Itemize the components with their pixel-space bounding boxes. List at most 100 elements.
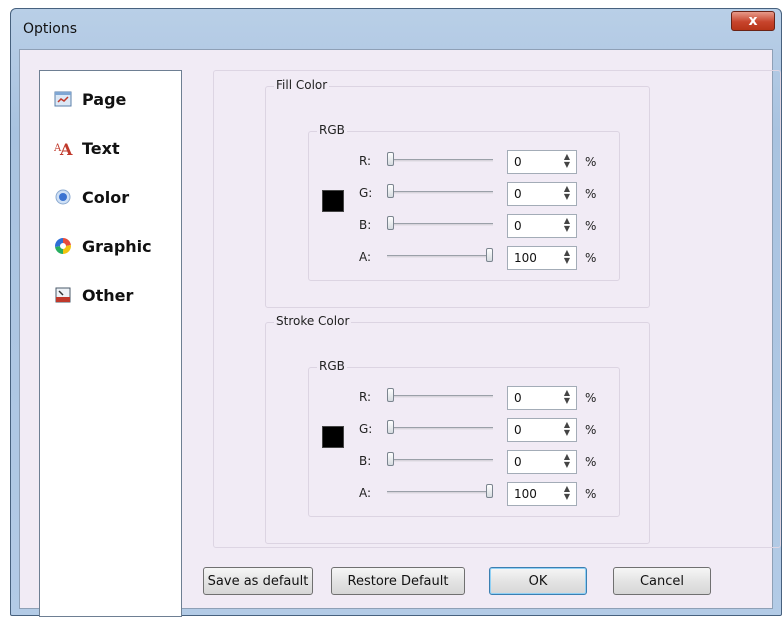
slider-thumb[interactable]	[387, 452, 394, 466]
dialog-body: Page AA Text Color Graphic Other Fill Co…	[19, 49, 781, 617]
spin-value[interactable]: 0	[514, 391, 522, 405]
spin-arrows-icon[interactable]: ▲ ▼	[560, 389, 574, 407]
stroke-r-slider[interactable]	[387, 386, 493, 410]
spin-value[interactable]: 0	[514, 155, 522, 169]
stroke-g-slider[interactable]	[387, 418, 493, 442]
percent-label: %	[585, 391, 597, 405]
spin-arrows-icon[interactable]: ▲ ▼	[560, 153, 574, 171]
nav-item-text[interactable]: AA Text	[53, 136, 120, 160]
percent-label: %	[585, 251, 597, 265]
slider-thumb[interactable]	[387, 420, 394, 434]
percent-label: %	[585, 155, 597, 169]
fill-r-spinbox[interactable]: 0 ▲ ▼	[507, 150, 577, 174]
color-icon	[54, 188, 72, 206]
percent-label: %	[585, 487, 597, 501]
fill-g-slider[interactable]	[387, 182, 493, 206]
channel-label: R:	[359, 390, 372, 404]
spin-arrows-icon[interactable]: ▲ ▼	[560, 453, 574, 471]
stroke-g-spinbox[interactable]: 0 ▲ ▼	[507, 418, 577, 442]
slider-thumb[interactable]	[486, 248, 493, 262]
title-bar[interactable]: Options x	[11, 9, 781, 49]
channel-label: A:	[359, 486, 372, 500]
fill-color-label: Fill Color	[274, 78, 330, 92]
fill-channel-row: R: 0 ▲ ▼ %	[359, 150, 609, 174]
channel-label: B:	[359, 218, 372, 232]
spin-value[interactable]: 0	[514, 219, 522, 233]
spin-value[interactable]: 0	[514, 423, 522, 437]
nav-item-graphic[interactable]: Graphic	[54, 234, 152, 258]
restore-default-button[interactable]: Restore Default	[331, 567, 465, 595]
stroke-b-slider[interactable]	[387, 450, 493, 474]
percent-label: %	[585, 219, 597, 233]
graphic-icon	[54, 237, 72, 255]
fill-color-swatch[interactable]	[322, 190, 344, 212]
slider-thumb[interactable]	[486, 484, 493, 498]
color-settings-panel: Fill Color RGB R: 0 ▲ ▼ % G: 0 ▲ ▼ % B: …	[213, 70, 781, 548]
channel-label: B:	[359, 454, 372, 468]
nav-item-page[interactable]: Page	[54, 87, 126, 111]
ok-button[interactable]: OK	[489, 567, 587, 595]
spin-value[interactable]: 100	[514, 251, 537, 265]
stroke-channel-row: A: 100 ▲ ▼ %	[359, 482, 609, 506]
other-icon	[54, 286, 72, 304]
stroke-channel-row: B: 0 ▲ ▼ %	[359, 450, 609, 474]
spin-value[interactable]: 0	[514, 187, 522, 201]
fill-g-spinbox[interactable]: 0 ▲ ▼	[507, 182, 577, 206]
save-as-default-button[interactable]: Save as default	[203, 567, 313, 595]
nav-item-other[interactable]: Other	[54, 283, 133, 307]
nav-item-label: Other	[82, 285, 134, 305]
stroke-color-group: Stroke Color RGB R: 0 ▲ ▼ % G: 0 ▲ ▼ % B…	[265, 314, 650, 544]
stroke-a-spinbox[interactable]: 100 ▲ ▼	[507, 482, 577, 506]
stroke-color-label: Stroke Color	[274, 314, 352, 328]
slider-thumb[interactable]	[387, 152, 394, 166]
stroke-rgb-group: RGB R: 0 ▲ ▼ % G: 0 ▲ ▼ % B: 0 ▲ ▼ % A: …	[308, 359, 620, 517]
spin-value[interactable]: 100	[514, 487, 537, 501]
stroke-color-swatch[interactable]	[322, 426, 344, 448]
nav-item-label: Page	[82, 89, 127, 109]
stroke-b-spinbox[interactable]: 0 ▲ ▼	[507, 450, 577, 474]
channel-label: A:	[359, 250, 372, 264]
fill-a-spinbox[interactable]: 100 ▲ ▼	[507, 246, 577, 270]
spin-value[interactable]: 0	[514, 455, 522, 469]
slider-thumb[interactable]	[387, 388, 394, 402]
fill-channel-row: A: 100 ▲ ▼ %	[359, 246, 609, 270]
fill-color-group: Fill Color RGB R: 0 ▲ ▼ % G: 0 ▲ ▼ % B: …	[265, 78, 650, 308]
stroke-channel-row: G: 0 ▲ ▼ %	[359, 418, 609, 442]
stroke-a-slider[interactable]	[387, 482, 493, 506]
close-button[interactable]: x	[731, 11, 775, 31]
spin-arrows-icon[interactable]: ▲ ▼	[560, 249, 574, 267]
stroke-rgb-label: RGB	[317, 359, 347, 373]
channel-label: G:	[359, 186, 373, 200]
percent-label: %	[585, 455, 597, 469]
fill-channel-row: G: 0 ▲ ▼ %	[359, 182, 609, 206]
channel-label: G:	[359, 422, 373, 436]
nav-item-color[interactable]: Color	[54, 185, 129, 209]
options-dialog: Options x Page AA Text Color Graphic Oth…	[10, 8, 782, 617]
category-list: Page AA Text Color Graphic Other	[39, 70, 182, 617]
spin-arrows-icon[interactable]: ▲ ▼	[560, 217, 574, 235]
spin-arrows-icon[interactable]: ▲ ▼	[560, 421, 574, 439]
stroke-channel-row: R: 0 ▲ ▼ %	[359, 386, 609, 410]
fill-r-slider[interactable]	[387, 150, 493, 174]
percent-label: %	[585, 423, 597, 437]
nav-item-label: Color	[82, 187, 130, 207]
svg-text:A: A	[59, 140, 73, 157]
text-icon: AA	[53, 139, 73, 159]
slider-thumb[interactable]	[387, 184, 394, 198]
fill-b-slider[interactable]	[387, 214, 493, 238]
nav-item-label: Text	[82, 138, 120, 158]
nav-item-label: Graphic	[82, 236, 152, 256]
spin-arrows-icon[interactable]: ▲ ▼	[560, 485, 574, 503]
slider-thumb[interactable]	[387, 216, 394, 230]
fill-rgb-label: RGB	[317, 123, 347, 137]
fill-channel-row: B: 0 ▲ ▼ %	[359, 214, 609, 238]
fill-rgb-group: RGB R: 0 ▲ ▼ % G: 0 ▲ ▼ % B: 0 ▲ ▼ % A: …	[308, 123, 620, 281]
fill-b-spinbox[interactable]: 0 ▲ ▼	[507, 214, 577, 238]
window-title: Options	[23, 21, 78, 37]
cancel-button[interactable]: Cancel	[613, 567, 711, 595]
stroke-r-spinbox[interactable]: 0 ▲ ▼	[507, 386, 577, 410]
spin-arrows-icon[interactable]: ▲ ▼	[560, 185, 574, 203]
page-icon	[54, 90, 72, 108]
percent-label: %	[585, 187, 597, 201]
fill-a-slider[interactable]	[387, 246, 493, 270]
